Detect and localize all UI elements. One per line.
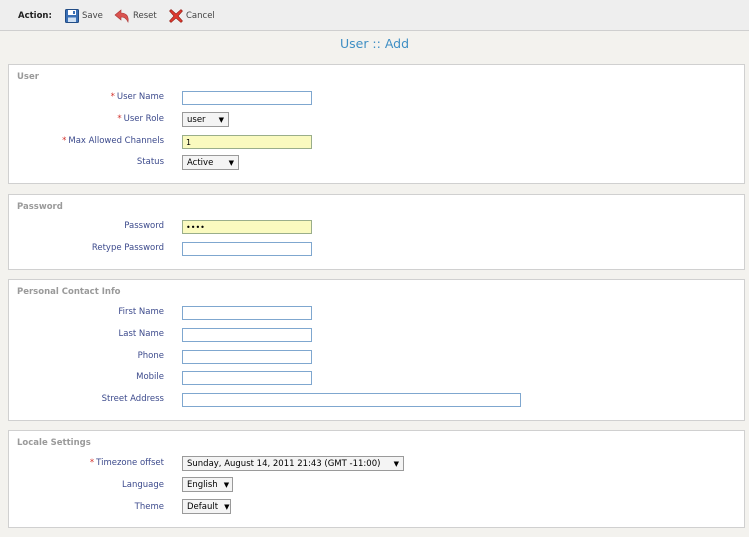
first-name-input[interactable] <box>182 306 312 320</box>
password-legend: Password <box>17 202 63 212</box>
password-label: Password <box>124 221 164 231</box>
contact-legend: Personal Contact Info <box>17 287 121 297</box>
caret-down-icon: ▼ <box>224 502 230 511</box>
user-legend: User <box>17 72 39 82</box>
timezone-label: * Timezone offset <box>89 458 164 468</box>
status-label: Status <box>136 157 164 167</box>
retype-password-label: Retype Password <box>91 243 164 253</box>
mobile-label: Mobile <box>136 372 164 382</box>
mobile-input[interactable] <box>182 371 312 385</box>
user-role-select[interactable]: user ▼ <box>182 112 229 127</box>
caret-down-icon: ▼ <box>223 480 230 489</box>
caret-down-icon: ▼ <box>228 158 234 167</box>
caret-down-icon: ▼ <box>393 459 399 468</box>
save-button[interactable]: Save <box>65 8 103 24</box>
undo-arrow-icon <box>114 9 130 23</box>
last-name-label: Last Name <box>118 329 164 339</box>
action-toolbar: Action: Save Reset Cancel <box>0 0 749 31</box>
phone-input[interactable] <box>182 350 312 364</box>
street-address-input[interactable] <box>182 393 521 407</box>
language-select[interactable]: English ▼ <box>182 477 233 492</box>
user-name-input[interactable] <box>182 91 312 105</box>
first-name-label: First Name <box>118 307 164 317</box>
last-name-input[interactable] <box>182 328 312 342</box>
action-label: Action: <box>18 11 52 21</box>
red-x-icon <box>169 9 183 23</box>
user-fieldset: User * User Name * User Role user ▼ * Max Al… <box>8 64 745 184</box>
phone-label: Phone <box>137 351 164 361</box>
max-channels-input[interactable] <box>182 135 312 149</box>
password-input[interactable] <box>182 220 312 234</box>
cancel-button[interactable]: Cancel <box>169 8 215 24</box>
locale-fieldset: Locale Settings * Timezone offset Sunday,… <box>8 430 745 528</box>
page-title: User :: Add <box>339 36 410 51</box>
user-role-label: * User Role <box>117 114 164 124</box>
theme-select[interactable]: Default ▼ <box>182 499 231 514</box>
street-address-label: Street Address <box>101 394 164 404</box>
locale-legend: Locale Settings <box>17 438 91 448</box>
contact-fieldset: Personal Contact Info First Name Last Na… <box>8 279 745 421</box>
password-fieldset: Password Password Retype Password <box>8 194 745 270</box>
reset-label: Reset <box>133 11 157 21</box>
floppy-disk-icon <box>65 9 79 23</box>
theme-label: Theme <box>134 502 164 512</box>
caret-down-icon: ▼ <box>218 115 224 124</box>
save-label: Save <box>82 11 103 21</box>
retype-password-input[interactable] <box>182 242 312 256</box>
language-label: Language <box>122 480 164 490</box>
cancel-label: Cancel <box>186 11 215 21</box>
max-channels-label: * Max Allowed Channels <box>62 136 164 146</box>
user-name-label: * User Name <box>110 92 164 102</box>
status-select[interactable]: Active ▼ <box>182 155 239 170</box>
timezone-select[interactable]: Sunday, August 14, 2011 21:43 (GMT -11:0… <box>182 456 404 471</box>
reset-button[interactable]: Reset <box>114 8 157 24</box>
